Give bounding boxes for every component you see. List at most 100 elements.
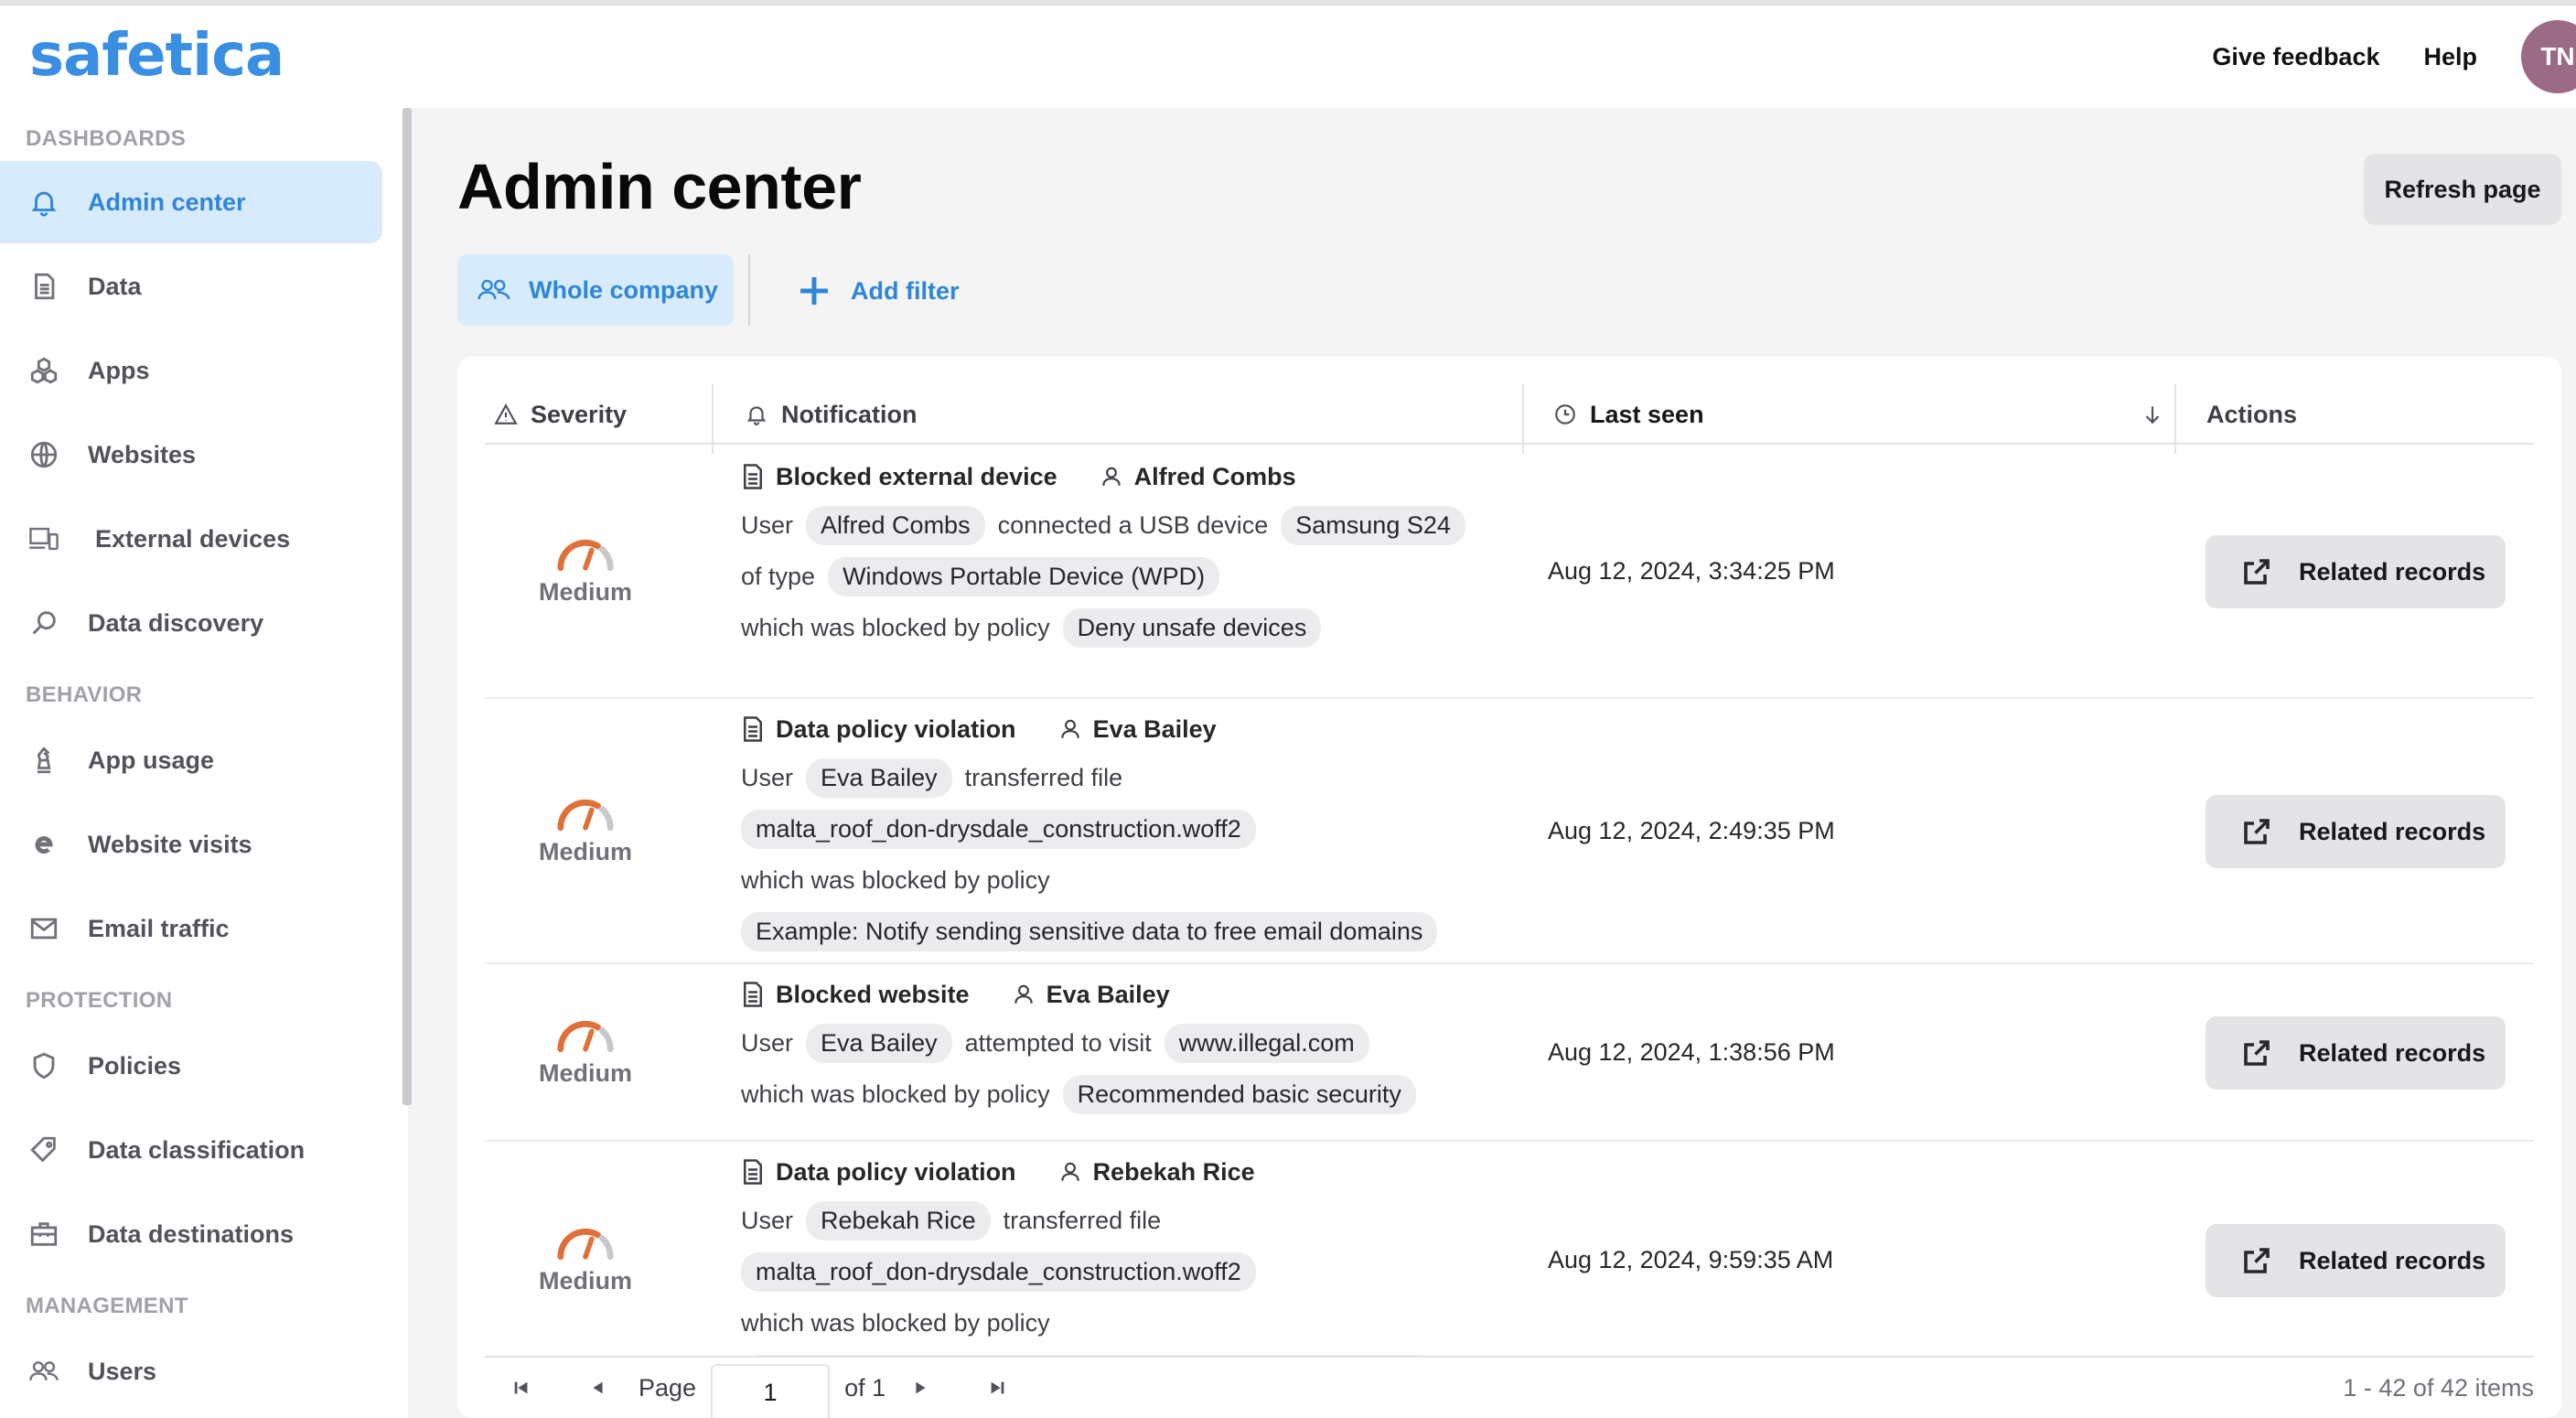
value-pill: malta_roof_don-drysdale_construction.wof… [741, 1251, 1256, 1292]
gauge-medium-icon [557, 799, 614, 831]
notification-user: Eva Bailey [1046, 980, 1170, 1008]
severity-label: Medium [538, 837, 632, 865]
column-actions: Actions [2206, 384, 2297, 445]
value-pill: Windows Portable Device (WPD) [828, 556, 1220, 596]
document-icon [744, 716, 762, 742]
notification-user: Rebekah Rice [1092, 1157, 1255, 1186]
sort-desc-icon[interactable] [2141, 384, 2177, 445]
notification-header: Blocked website Eva Bailey [741, 972, 1528, 1017]
column-last-seen[interactable]: Last seen [1553, 384, 1704, 445]
next-page-icon[interactable] [902, 1370, 939, 1406]
top-bar: safetica Give feedback Help TN [0, 5, 2576, 108]
sidebar-item-apps[interactable]: Apps [0, 329, 382, 412]
column-severity[interactable]: Severity [494, 384, 627, 445]
help-link[interactable]: Help [2423, 43, 2477, 71]
sidebar-item-label: Apps [88, 356, 150, 384]
notification-line: User Eva Bailey transferred file [741, 752, 1528, 803]
value-pill: Deny unsafe devices [1062, 607, 1322, 648]
sidebar-item-data-destinations[interactable]: Data destinations [0, 1193, 382, 1275]
notification-line: User Rebekah Rice transferred file [741, 1195, 1528, 1246]
notification-line: Example: Notify sending sensitive data t… [741, 906, 1528, 957]
column-actions-label: Actions [2206, 400, 2298, 428]
main-content: Admin center Refresh page Whole company … [413, 108, 2576, 1418]
table-row[interactable]: Medium Data policy violation Eva Bailey Use… [485, 699, 2534, 964]
page-label: Page [639, 1373, 697, 1402]
last-page-icon[interactable] [979, 1370, 1015, 1406]
sidebar-item-data-discovery[interactable]: Data discovery [0, 582, 382, 664]
section-protection: PROTECTION [26, 988, 173, 1013]
related-records-button[interactable]: Related records [2206, 1224, 2506, 1297]
notification-line: User Alfred Combs connected a USB device Sa… [741, 500, 1528, 551]
sidebar-scrollbar[interactable] [402, 108, 412, 1105]
page-title: Admin center [457, 151, 862, 222]
external-link-icon [2244, 1248, 2270, 1273]
value-pill: www.illegal.com [1164, 1023, 1369, 1063]
sidebar-item-admin-center[interactable]: Admin center [0, 161, 382, 243]
sidebar-item-data-classification[interactable]: Data classification [0, 1109, 382, 1191]
gauge-medium-icon [557, 539, 614, 571]
safetica-logo[interactable]: safetica [29, 22, 284, 90]
sidebar-item-label: Admin center [88, 188, 246, 216]
sidebar-item-websites[interactable]: Websites [0, 414, 382, 496]
notification-line: which was blocked by policy [741, 854, 1528, 906]
prev-page-icon[interactable] [580, 1370, 617, 1406]
sidebar-item-website-visits[interactable]: Website visits [0, 803, 382, 886]
chess-icon [27, 744, 60, 777]
browser-e-icon [27, 828, 60, 861]
page-number-input[interactable] [711, 1364, 831, 1418]
table-row[interactable]: Medium Blocked external device Alfred Comb… [485, 445, 2534, 699]
give-feedback-link[interactable]: Give feedback [2212, 43, 2379, 71]
sidebar-item-app-usage[interactable]: App usage [0, 719, 382, 801]
sidebar-item-data[interactable]: Data [0, 245, 382, 328]
table-row[interactable]: Medium Blocked website Eva Bailey User Eva B… [485, 964, 2534, 1142]
severity-cell: Medium [485, 445, 686, 697]
notification-line: which was blocked by policy Recommended b… [741, 1069, 1528, 1120]
sidebar-item-label: Data discovery [88, 608, 264, 637]
sidebar-item-users[interactable]: Users [0, 1330, 382, 1413]
notification-header: Data policy violation Eva Bailey [741, 706, 1528, 752]
sidebar-item-external-devices[interactable]: External devices [0, 498, 382, 580]
whole-company-filter[interactable]: Whole company [457, 254, 734, 326]
notification-type: Data policy violation [776, 714, 1016, 743]
notification-line: which was blocked by policy Deny unsafe d… [741, 602, 1528, 653]
apps-icon [27, 354, 60, 387]
document-icon [744, 1159, 762, 1185]
external-link-icon [2244, 559, 2270, 585]
notification-line: User Eva Bailey attempted to visit www.ille… [741, 1017, 1528, 1069]
severity-label: Medium [538, 577, 632, 606]
sidebar-item-label: Data destinations [88, 1219, 295, 1248]
user-icon [1014, 984, 1033, 1004]
sidebar-item-policies[interactable]: Policies [0, 1025, 382, 1107]
related-records-button[interactable]: Related records [2206, 795, 2506, 868]
column-notification[interactable]: Notification [745, 384, 918, 445]
related-records-button[interactable]: Related records [2206, 535, 2506, 608]
sidebar-item-email-traffic[interactable]: Email traffic [0, 887, 382, 970]
sidebar: DASHBOARDS Admin center Data Apps Websit… [0, 108, 408, 1418]
mail-icon [27, 912, 60, 945]
severity-cell: Medium [485, 964, 686, 1140]
notification-line: which was blocked by policy [741, 1297, 1528, 1348]
table-row[interactable]: Medium Data policy violation Rebekah Rice U… [485, 1142, 2534, 1394]
section-behavior: BEHAVIOR [26, 682, 143, 707]
sidebar-item-label: Data [88, 272, 142, 300]
user-avatar[interactable]: TN [2521, 20, 2576, 93]
filter-chip-label: Whole company [529, 275, 719, 304]
search-icon [27, 607, 60, 639]
items-count: 1 - 42 of 42 items [2343, 1373, 2534, 1402]
last-seen-cell: Aug 12, 2024, 9:59:35 AM [1548, 1245, 1834, 1273]
value-pill: malta_roof_don-drysdale_construction.wof… [741, 809, 1256, 849]
related-records-button[interactable]: Related records [2206, 1016, 2506, 1090]
add-filter-label: Add filter [851, 276, 960, 305]
notification-cell: Blocked external device Alfred Combs User A… [741, 454, 1528, 653]
document-icon [744, 464, 762, 489]
notification-text: which was blocked by policy [741, 865, 1050, 894]
refresh-page-button[interactable]: Refresh page [2364, 154, 2561, 225]
add-filter-button[interactable]: Add filter [796, 263, 960, 318]
sidebar-item-label: Email traffic [88, 914, 230, 942]
column-divider [2174, 384, 2176, 454]
first-page-icon[interactable] [503, 1370, 540, 1406]
value-pill: Rebekah Rice [806, 1200, 991, 1241]
notification-header: Data policy violation Rebekah Rice [741, 1149, 1528, 1195]
value-pill: Eva Bailey [806, 757, 952, 798]
notification-text: User [741, 763, 794, 791]
